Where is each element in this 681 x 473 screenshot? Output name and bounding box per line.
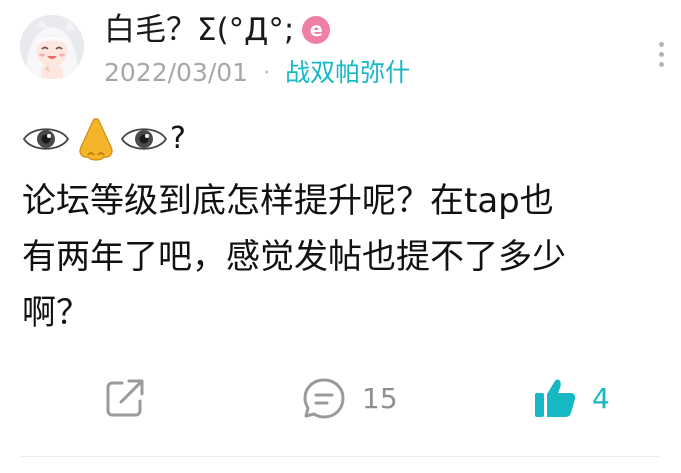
more-dot-icon [658,51,664,57]
eye-emoji [22,128,70,150]
comment-count: 15 [362,381,398,415]
emoji-question-mark: ? [170,121,186,156]
post-header: 白毛？Σ(°Д°; e 2022/03/01 · 战双帕弥什 [20,10,664,90]
post-body-line: 论坛等级到底怎样提升呢？在tap也 [22,181,554,221]
more-dot-icon [658,61,664,67]
post-body-line: 啊？ [22,293,90,333]
like-button[interactable]: 4 [534,372,610,424]
post-content: ? 论坛等级到底怎样提升呢？在tap也 有两年了吧，感觉发帖也提不了多少 啊？ [22,109,672,341]
author-badge: e [302,16,331,44]
bottom-divider [20,456,660,457]
like-count: 4 [592,381,610,415]
more-options-button[interactable] [653,33,669,75]
eye-emoji [120,128,168,150]
post-body-line: 有两年了吧，感觉发帖也提不了多少 [22,237,566,277]
share-button[interactable] [104,372,146,424]
more-dot-icon [658,41,664,47]
author-line: 白毛？Σ(°Д°; e [104,12,331,48]
action-bar: 15 4 [0,372,681,424]
avatar[interactable] [20,15,84,79]
post-card: 白毛？Σ(°Д°; e 2022/03/01 · 战双帕弥什 ? 论坛等级到底怎… [0,0,681,473]
avatar-image [20,15,84,79]
nose-emoji [79,118,113,161]
comment-icon [303,378,345,419]
author-name[interactable]: 白毛？Σ(°Д°; [104,12,294,48]
thumbs-up-icon [535,379,576,417]
post-meta: 2022/03/01 · 战双帕弥什 [104,58,410,88]
forum-link[interactable]: 战双帕弥什 [285,58,410,88]
post-date: 2022/03/01 [104,58,249,87]
share-icon [106,379,144,417]
comment-button[interactable]: 15 [302,372,398,424]
emoji-line: ? [22,109,672,169]
meta-separator: · [263,60,271,86]
post-body: 论坛等级到底怎样提升呢？在tap也 有两年了吧，感觉发帖也提不了多少 啊？ [22,173,672,341]
